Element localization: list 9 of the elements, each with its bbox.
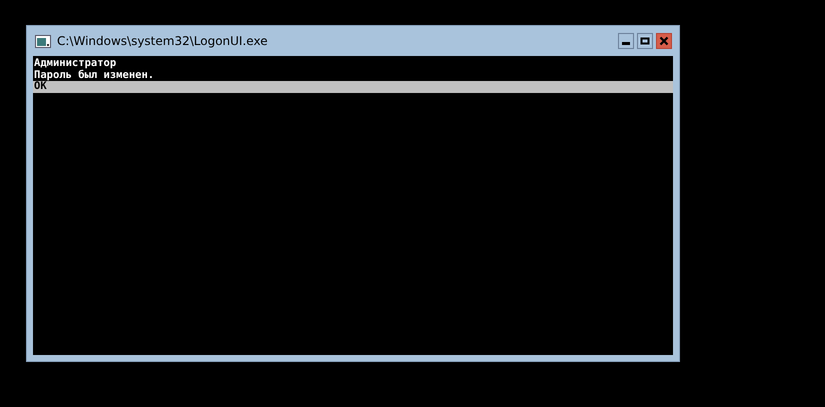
maximize-button[interactable] [637, 33, 653, 49]
window-title: C:\Windows\system32\LogonUI.exe [57, 34, 269, 48]
console-line: Пароль был изменен. [33, 70, 156, 81]
close-icon [659, 36, 669, 46]
console-line: Администратор [33, 58, 118, 70]
maximize-icon [640, 36, 650, 46]
console-icon [35, 34, 51, 48]
close-button[interactable] [656, 33, 672, 49]
minimize-button[interactable] [618, 33, 634, 49]
